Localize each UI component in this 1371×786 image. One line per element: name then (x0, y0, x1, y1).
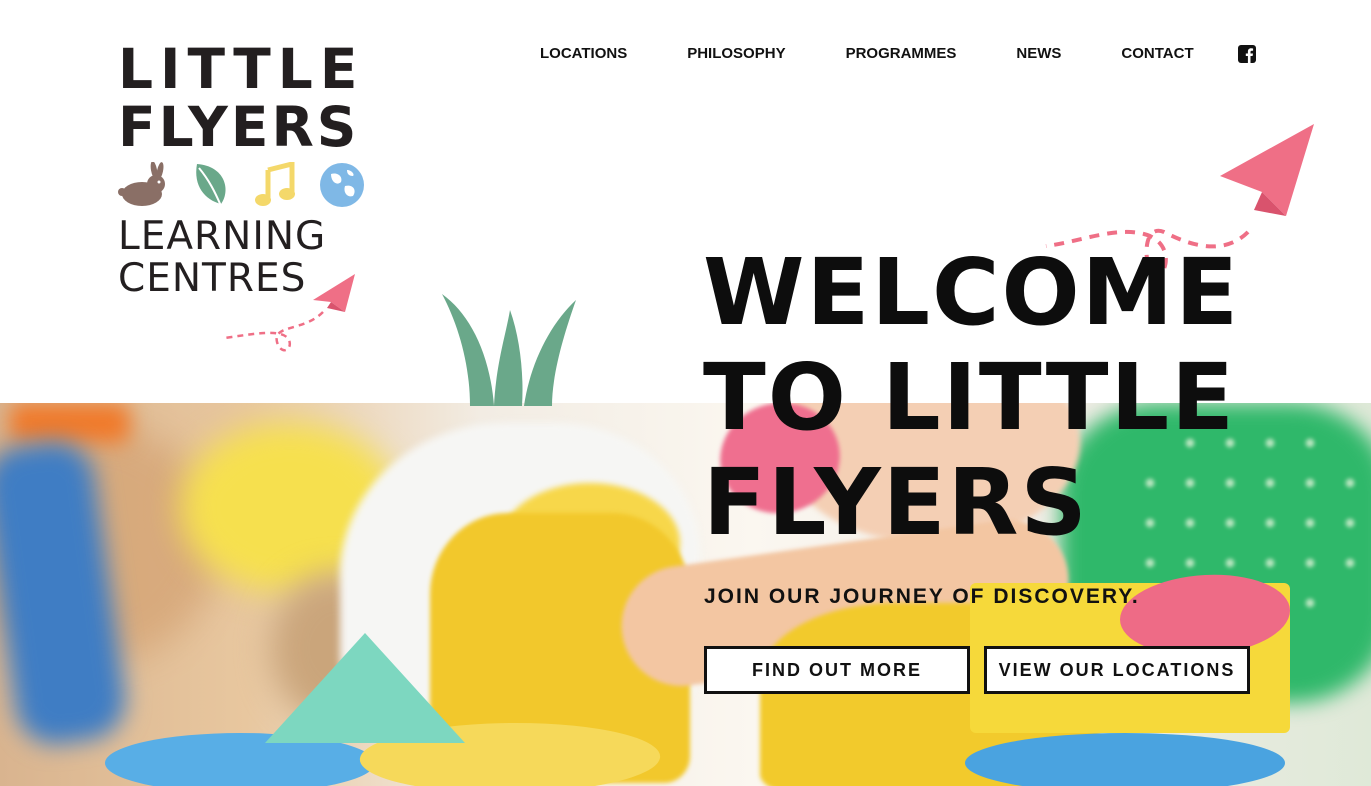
globe-icon (319, 162, 365, 208)
photo-orange-shape (10, 403, 130, 443)
logo-icon-row (118, 160, 368, 210)
logo-word-little: LITTLE (118, 37, 365, 101)
main-nav: LOCATIONS PHILOSOPHY PROGRAMMES NEWS CON… (540, 44, 1256, 64)
page: LITTLE FLYERS LEARNING CENTRES LOCATIONS… (0, 0, 1371, 786)
nav-news[interactable]: NEWS (1016, 44, 1061, 64)
hero-title-line-1: WELCOME (703, 239, 1241, 346)
paper-plane-icon (223, 272, 363, 372)
find-out-more-button[interactable]: FIND OUT MORE (704, 646, 970, 694)
nav-programmes[interactable]: PROGRAMMES (846, 44, 957, 64)
site-logo[interactable]: LITTLE FLYERS LEARNING CENTRES (118, 37, 368, 352)
rabbit-icon (118, 162, 168, 208)
nav-philosophy[interactable]: PHILOSOPHY (687, 44, 785, 64)
logo-word-learning: LEARNING (118, 214, 327, 259)
hero-subtitle: JOIN OUR JOURNEY OF DISCOVERY. (704, 585, 1140, 608)
hero-title: WELCOME TO LITTLE FLYERS (703, 240, 1363, 555)
hero-title-line-3: FLYERS (703, 449, 1089, 556)
photo-blue-cube (965, 733, 1285, 786)
nav-locations[interactable]: LOCATIONS (540, 44, 627, 64)
music-note-icon (254, 162, 296, 208)
leaf-icon (191, 160, 231, 210)
hero-title-line-2: TO LITTLE (703, 344, 1236, 451)
nav-contact[interactable]: CONTACT (1121, 44, 1193, 64)
facebook-icon[interactable] (1237, 45, 1256, 63)
logo-word-flyers: FLYERS (118, 95, 360, 159)
grass-decoration (440, 294, 580, 411)
view-our-locations-button[interactable]: VIEW OUR LOCATIONS (984, 646, 1250, 694)
photo-mint-triangle (265, 633, 465, 743)
